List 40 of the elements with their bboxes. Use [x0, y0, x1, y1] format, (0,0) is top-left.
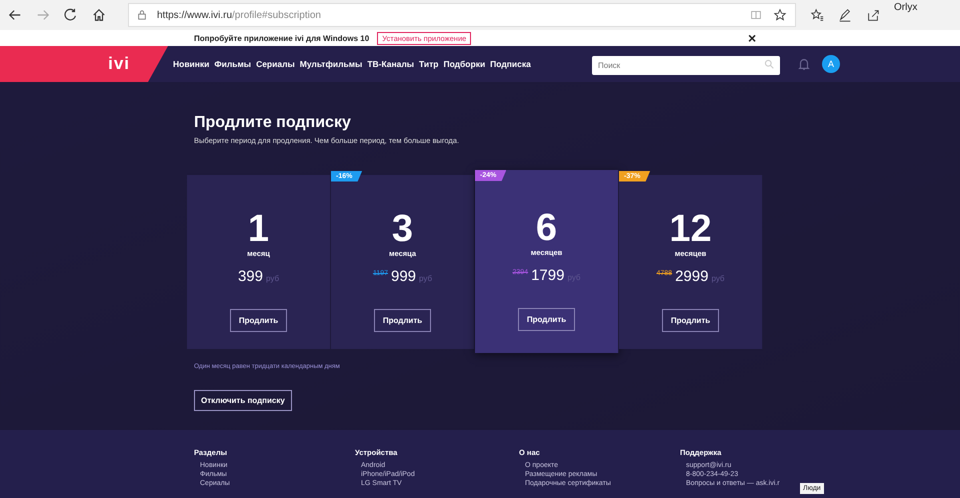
- banner-text: Попробуйте приложение ivi для Windows 10: [194, 34, 370, 42]
- currency: руб: [711, 274, 724, 282]
- currency: руб: [419, 274, 432, 282]
- nav-link[interactable]: Новинки: [173, 59, 210, 69]
- renew-button[interactable]: Продлить: [662, 308, 720, 332]
- back-icon[interactable]: [8, 8, 22, 22]
- nav-link[interactable]: Подписка: [490, 59, 531, 69]
- share-icon[interactable]: [866, 8, 880, 22]
- search-field[interactable]: Поиск: [592, 56, 780, 74]
- plan-price: 2999: [675, 268, 708, 284]
- plan-months: 1: [248, 208, 270, 248]
- plan-months: 12: [669, 208, 712, 248]
- plan-price: 999: [391, 268, 416, 284]
- nav-link[interactable]: ТВ-Каналы: [367, 59, 414, 69]
- nav-link[interactable]: Мультфильмы: [300, 59, 362, 69]
- nav-link[interactable]: Сериалы: [256, 59, 295, 69]
- star-icon[interactable]: [773, 8, 787, 22]
- plan-price: 1799: [531, 267, 564, 284]
- cancel-subscription-button[interactable]: Отключить подписку: [194, 390, 292, 411]
- plan-price: 399: [238, 268, 263, 284]
- address-bar[interactable]: https://www.ivi.ru/profile#subscription: [128, 3, 796, 27]
- close-icon[interactable]: ×: [748, 30, 756, 46]
- nav-link[interactable]: Фильмы: [214, 59, 252, 69]
- lock-icon: [137, 10, 147, 20]
- renew-button[interactable]: Продлить: [230, 308, 288, 332]
- renew-button[interactable]: Продлить: [518, 308, 576, 331]
- nav-link[interactable]: Подборки: [443, 59, 486, 69]
- logo[interactable]: ivi: [108, 54, 130, 74]
- plan-months: 3: [392, 208, 414, 248]
- home-icon[interactable]: [92, 8, 106, 22]
- nav-link[interactable]: Титр: [419, 59, 438, 69]
- currency: руб: [266, 274, 280, 282]
- pen-icon[interactable]: [838, 8, 852, 22]
- plan-months: 6: [536, 208, 558, 248]
- bell-icon[interactable]: [797, 57, 811, 71]
- profile-name[interactable]: Orlyx: [894, 2, 918, 13]
- favorites-icon[interactable]: [810, 8, 824, 22]
- page-title: Продлите подписку: [194, 114, 352, 132]
- renew-button[interactable]: Продлить: [374, 308, 432, 332]
- refresh-icon[interactable]: [64, 8, 78, 22]
